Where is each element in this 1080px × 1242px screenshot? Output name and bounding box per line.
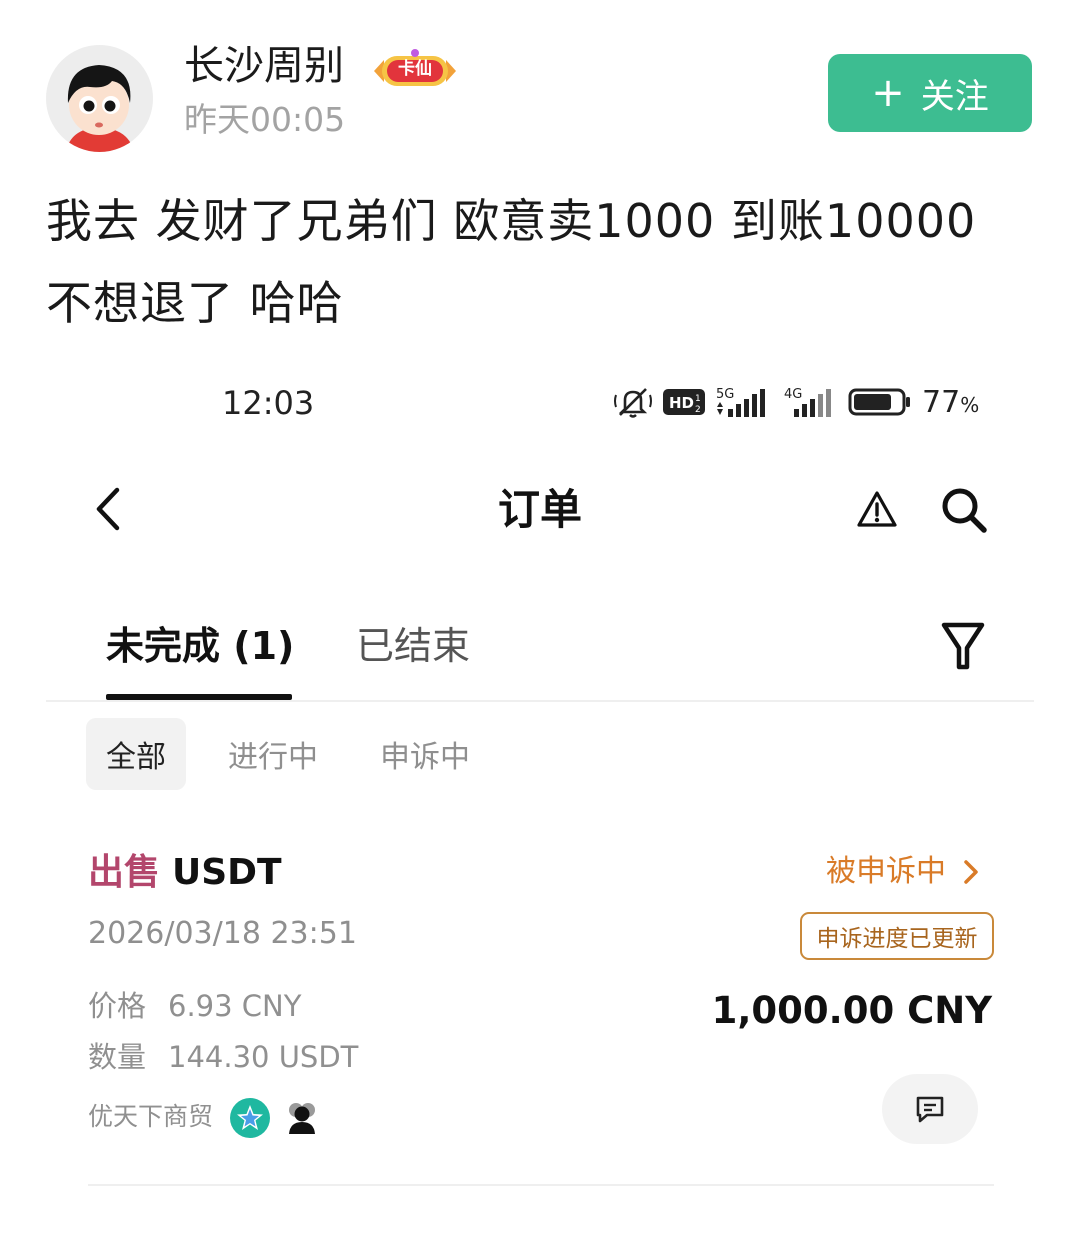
username[interactable]: 长沙周别	[184, 40, 344, 92]
order-status-label: 被申诉中	[826, 854, 946, 889]
filter-chip-all[interactable]: 全部	[86, 718, 186, 790]
user-level-badge: 卡仙	[370, 48, 460, 94]
chat-button[interactable]	[882, 1074, 978, 1144]
follow-label: 关注	[920, 76, 989, 117]
divider	[46, 700, 1034, 702]
price-label: 价格	[88, 989, 147, 1023]
order-amount: 1,000.00 CNY	[711, 989, 992, 1032]
tab-incomplete[interactable]: 未完成 (1)	[106, 620, 294, 672]
quantity-value: 144.30 USDT	[168, 1040, 359, 1074]
tab-completed[interactable]: 已结束	[356, 620, 470, 672]
verified-merchant-icon	[230, 1098, 270, 1138]
network-4g-label: 4G	[784, 387, 802, 402]
filter-chip-appeal[interactable]: 申诉中	[380, 718, 470, 790]
svg-text:2: 2	[695, 405, 701, 415]
status-bar-icons: HD 1 2 5G 4G 77%	[612, 380, 979, 424]
quantity-label: 数量	[88, 1040, 147, 1074]
status-bar-time: 12:03	[222, 384, 315, 422]
merchant-name[interactable]: 优天下商贸	[88, 1099, 213, 1135]
signal-4g-icon: 4G	[784, 387, 831, 417]
chevron-right-icon	[964, 860, 978, 884]
message-icon	[916, 1096, 944, 1123]
avatar[interactable]	[46, 45, 153, 152]
battery-level-fill	[854, 394, 891, 410]
filter-chip-in-progress[interactable]: 进行中	[228, 718, 318, 790]
back-icon[interactable]	[90, 486, 126, 532]
post-text-line: 我去 发财了兄弟们 欧意卖1000 到账10000	[46, 194, 977, 248]
search-icon[interactable]	[940, 486, 988, 534]
hd-label: HD	[669, 394, 694, 412]
divider	[88, 1184, 994, 1186]
order-date: 2026/03/18 23:51	[88, 916, 357, 951]
avatar-image	[46, 45, 153, 152]
price-value: 6.93 CNY	[168, 989, 302, 1023]
battery-percent: 77%	[922, 384, 980, 420]
appeal-status-tag: 申诉进度已更新	[800, 912, 994, 960]
badge-label: 卡仙	[398, 59, 432, 79]
order-asset: USDT	[172, 852, 282, 893]
group-users-icon	[289, 1103, 315, 1134]
post-timestamp: 昨天00:05	[184, 100, 346, 139]
order-status-link[interactable]: 被申诉中	[826, 852, 980, 892]
signal-5g-icon: 5G	[716, 387, 765, 417]
svg-text:1: 1	[695, 394, 701, 404]
order-side: 出售	[88, 852, 161, 893]
battery-icon	[848, 388, 910, 416]
post-text: 我去 发财了兄弟们 欧意卖1000 到账10000 不想退了 哈哈	[46, 180, 1046, 344]
post-text-line: 不想退了 哈哈	[46, 276, 344, 330]
hd-voice-icon: HD 1 2	[663, 389, 705, 415]
network-5g-label: 5G	[716, 387, 734, 402]
mute-bell-icon	[614, 388, 652, 418]
follow-button[interactable]: + 关注	[828, 54, 1032, 132]
alert-icon[interactable]	[856, 489, 898, 529]
plus-icon: +	[871, 70, 905, 116]
filter-icon[interactable]	[940, 620, 986, 672]
page-title: 订单	[497, 485, 582, 534]
